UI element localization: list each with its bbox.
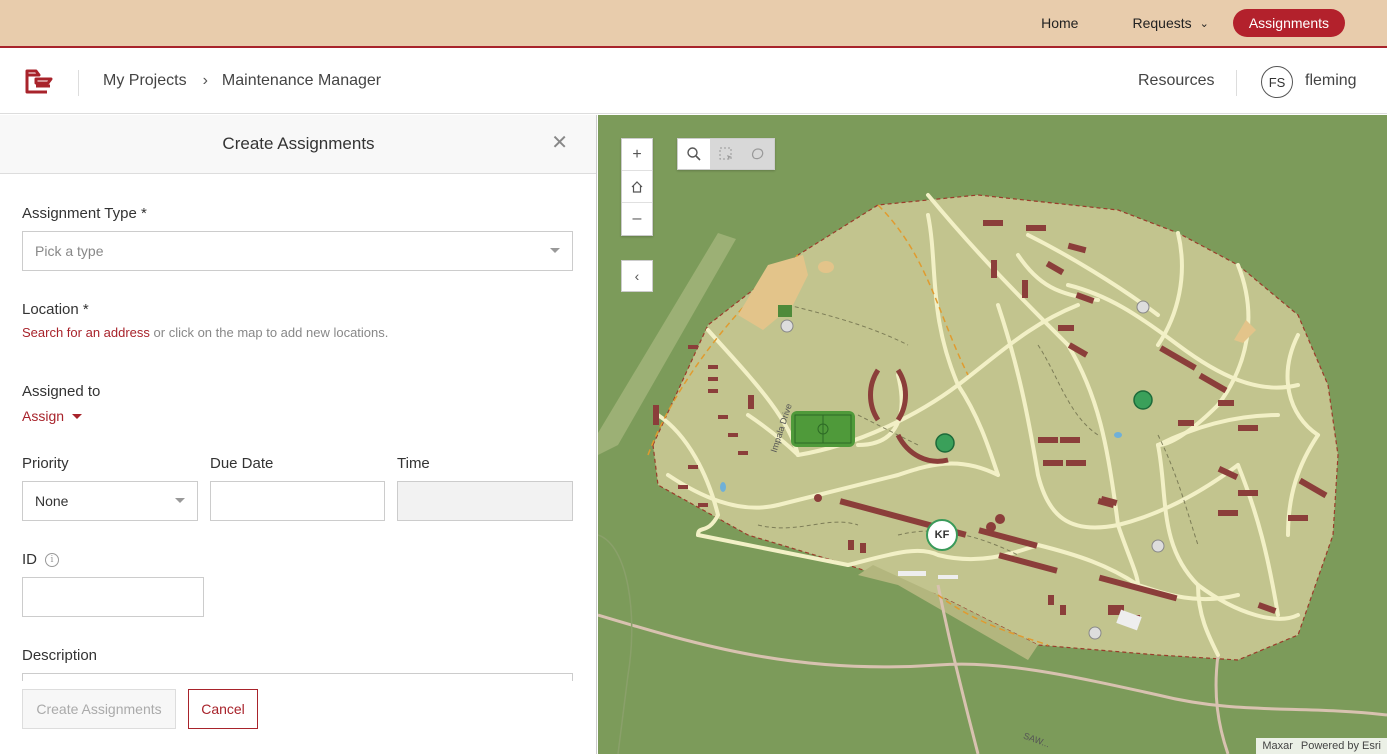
map-view[interactable]: Impala Drive SAW... KF + – ‹ Maxar Powere… — [598, 115, 1387, 754]
assignment-type-select[interactable]: Pick a type — [22, 231, 573, 271]
top-nav-bar: Home Requests ⌄ Assignments — [0, 0, 1387, 48]
id-input[interactable] — [22, 577, 204, 617]
close-icon[interactable]: ✕ — [551, 133, 568, 153]
header-divider — [78, 70, 79, 96]
panel-title: Create Assignments — [222, 134, 375, 153]
breadcrumb-my-projects[interactable]: My Projects — [103, 72, 187, 90]
time-label: Time — [397, 455, 430, 472]
attribution-maxar[interactable]: Maxar — [1262, 740, 1293, 752]
collapse-panel-icon[interactable]: ‹ — [621, 260, 653, 292]
time-input — [397, 481, 573, 521]
priority-select[interactable]: None — [22, 481, 198, 521]
zoom-controls: + – — [621, 138, 653, 236]
location-label: Location * — [22, 301, 89, 318]
rectangle-select-icon[interactable] — [710, 139, 742, 169]
top-nav: Home Requests ⌄ Assignments — [987, 8, 1345, 38]
panel-footer: Create Assignments Cancel — [0, 681, 596, 754]
id-label-text: ID — [22, 551, 37, 568]
map-canvas[interactable] — [598, 115, 1387, 754]
id-label: ID i — [22, 551, 59, 568]
avatar[interactable]: FS — [1261, 66, 1293, 98]
header-divider — [1236, 70, 1237, 96]
assignee-marker[interactable]: KF — [926, 519, 958, 551]
location-hint: Search for an address or click on the ma… — [22, 325, 388, 340]
search-icon[interactable] — [678, 139, 710, 169]
dropdown-caret-icon — [550, 248, 560, 253]
info-icon[interactable]: i — [45, 553, 59, 568]
username[interactable]: fleming — [1305, 72, 1357, 90]
assignment-type-label: Assignment Type * — [22, 205, 147, 222]
assign-dropdown[interactable]: Assign — [22, 408, 83, 424]
home-icon[interactable] — [622, 171, 652, 203]
selection-tools — [677, 138, 775, 170]
map-attribution: Maxar Powered by Esri — [1256, 738, 1387, 754]
location-hint-text: or click on the map to add new locations… — [149, 325, 389, 340]
chevron-right-icon: › — [202, 72, 208, 89]
caret-down-icon — [72, 413, 83, 419]
assigned-to-label: Assigned to — [22, 383, 101, 400]
nav-assignments-button[interactable]: Assignments — [1232, 9, 1345, 37]
priority-label: Priority — [22, 455, 69, 472]
due-date-input[interactable] — [210, 481, 385, 521]
assign-label: Assign — [22, 408, 65, 424]
breadcrumb: My Projects › Maintenance Manager — [103, 72, 381, 90]
description-label: Description — [22, 647, 98, 664]
zoom-in-icon[interactable]: + — [622, 139, 652, 171]
lasso-select-icon[interactable] — [742, 139, 774, 169]
attribution-esri[interactable]: Powered by Esri — [1301, 740, 1381, 752]
priority-value: None — [35, 493, 69, 509]
zoom-out-icon[interactable]: – — [622, 203, 652, 235]
breadcrumb-current: Maintenance Manager — [221, 72, 382, 89]
assignment-type-placeholder: Pick a type — [35, 243, 104, 259]
create-assignments-panel: Create Assignments ✕ Assignment Type * P… — [0, 115, 597, 754]
resources-link[interactable]: Resources — [1138, 72, 1214, 90]
due-date-label: Due Date — [210, 455, 274, 472]
nav-requests[interactable]: Requests ⌄ — [1132, 15, 1208, 31]
panel-header: Create Assignments ✕ — [0, 115, 596, 174]
cancel-button[interactable]: Cancel — [188, 689, 258, 729]
description-textarea[interactable] — [22, 673, 573, 681]
nav-requests-label: Requests — [1132, 15, 1192, 31]
nav-home[interactable]: Home — [1041, 15, 1078, 31]
app-logo-icon[interactable] — [24, 68, 54, 96]
chevron-down-icon: ⌄ — [1199, 17, 1209, 30]
app-header: My Projects › Maintenance Manager Resour… — [0, 50, 1387, 114]
dropdown-caret-icon — [175, 498, 185, 503]
search-address-link[interactable]: Search for an address — [22, 325, 150, 340]
nav-home-label: Home — [1041, 15, 1079, 31]
create-assignments-button[interactable]: Create Assignments — [22, 689, 176, 729]
